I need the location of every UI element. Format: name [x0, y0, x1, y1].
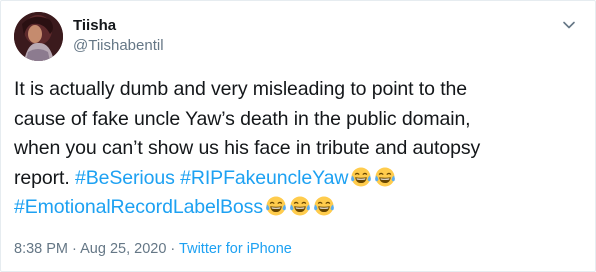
profile-photo — [14, 12, 63, 61]
author-names[interactable]: Tiisha @Tiishabentil — [73, 16, 164, 56]
tweet-source-link[interactable]: Twitter for iPhone — [179, 241, 292, 257]
tweet-meta: 8:38 PM · Aug 25, 2020 · Twitter for iPh… — [14, 240, 292, 258]
face-with-tears-of-joy-icon — [289, 195, 311, 217]
tweet-text-line: cause of fake uncle Yaw’s death in the p… — [14, 107, 471, 130]
chevron-down-icon[interactable] — [561, 17, 577, 33]
meta-separator: · — [72, 241, 77, 257]
tweet-text-line: when you can’t show us his face in tribu… — [14, 137, 481, 159]
tweet-text-fragment: report. — [14, 166, 75, 189]
tweet-card[interactable]: Tiisha @Tiishabentil It is actually dumb… — [0, 0, 596, 272]
user-handle[interactable]: @Tiishabentil — [73, 36, 164, 56]
avatar[interactable] — [14, 12, 63, 61]
tweet-date[interactable]: Aug 25, 2020 — [80, 241, 166, 257]
hashtag-link[interactable]: #BeSerious — [75, 167, 175, 189]
tweet-text-line: It is actually dumb and very misleading … — [14, 78, 467, 100]
hashtag-link[interactable]: #EmotionalRecordLabelBoss — [14, 196, 263, 218]
tweet-time[interactable]: 8:38 PM — [14, 241, 68, 257]
meta-separator: · — [170, 241, 176, 257]
tweet-text-line: #EmotionalRecordLabelBoss — [14, 193, 589, 223]
tweet-text-line: report. #BeSerious #RIPFakeuncleYaw — [14, 164, 589, 194]
hashtag-link[interactable]: #RIPFakeuncleYaw — [180, 167, 348, 189]
face-with-tears-of-joy-icon — [350, 166, 372, 188]
tweet-text: It is actually dumb and very misleading … — [14, 75, 589, 223]
display-name[interactable]: Tiisha — [73, 16, 164, 35]
face-with-tears-of-joy-icon — [265, 195, 287, 217]
face-with-tears-of-joy-icon — [374, 166, 396, 188]
face-with-tears-of-joy-icon — [313, 195, 335, 217]
